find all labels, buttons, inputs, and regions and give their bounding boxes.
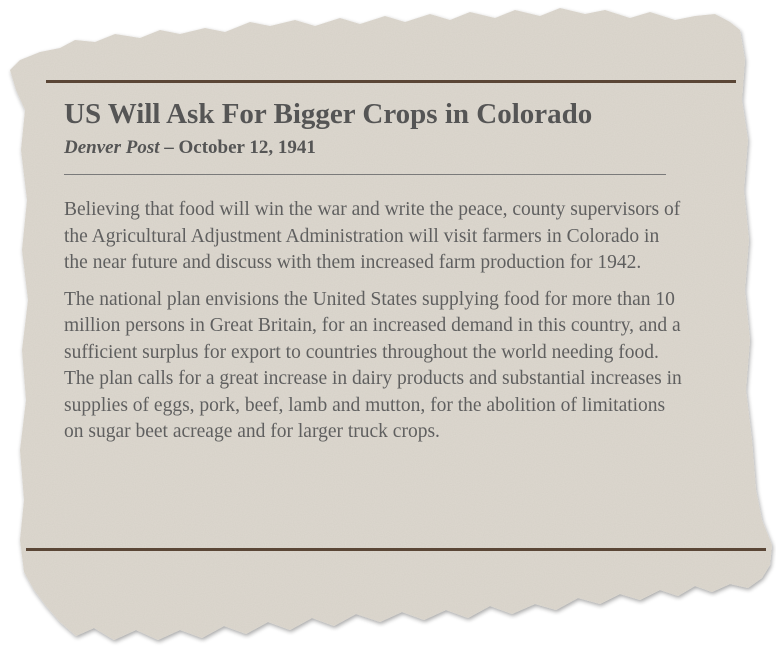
byline-dash: – <box>159 137 179 158</box>
top-thick-rule <box>46 80 736 83</box>
article-paragraph: The national plan envisions the United S… <box>64 288 682 443</box>
article-headline: US Will Ask For Bigger Crops in Colorado <box>64 98 593 130</box>
article-date: October 12, 1941 <box>178 137 316 158</box>
article-source: Denver Post <box>64 137 160 158</box>
article: US Will Ask For Bigger Crops in Colorado… <box>64 96 684 456</box>
headline-divider <box>64 174 666 175</box>
article-byline: Denver Post – October 12, 1941 <box>64 136 684 160</box>
article-paragraph: Believing that food will win the war and… <box>64 199 681 273</box>
bottom-thick-rule <box>26 548 766 551</box>
